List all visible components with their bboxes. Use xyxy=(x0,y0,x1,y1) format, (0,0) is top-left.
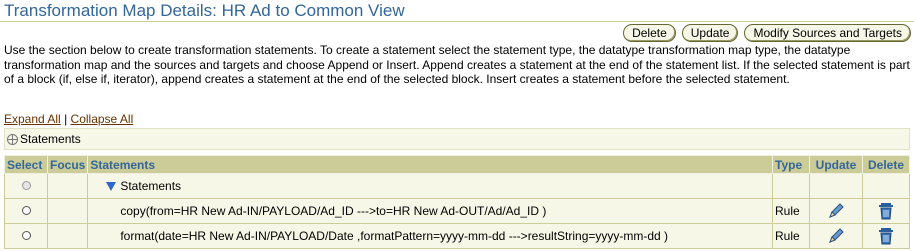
col-delete: Delete xyxy=(862,155,910,174)
statements-table: Select Focus Statements Type Update Dele… xyxy=(4,155,910,249)
page-title: Transformation Map Details: HR Ad to Com… xyxy=(4,1,405,20)
toolbar: Delete Update Modify Sources and Targets xyxy=(623,24,911,42)
delete-button[interactable]: Delete xyxy=(623,24,676,42)
statements-focus-label: Statements xyxy=(20,132,81,146)
table-row: copy(from=HR New Ad-IN/PAYLOAD/Ad_ID ---… xyxy=(4,198,910,224)
root-statement-label: Statements xyxy=(120,179,182,193)
trash-icon[interactable] xyxy=(878,202,894,220)
type-cell xyxy=(772,173,810,199)
update-cell xyxy=(809,223,863,249)
select-radio[interactable] xyxy=(21,206,31,215)
pencil-icon[interactable] xyxy=(826,201,846,221)
update-cell xyxy=(809,198,863,224)
statement-cell: Statements xyxy=(87,173,773,199)
table-row: format(date=HR New Ad-IN/PAYLOAD/Date ,f… xyxy=(4,223,910,249)
collapse-all-link[interactable]: Collapse All xyxy=(71,112,134,126)
select-radio[interactable] xyxy=(21,231,31,240)
focus-cell xyxy=(46,173,89,199)
instructions-text: Use the section below to create transfor… xyxy=(4,43,910,86)
col-statements: Statements xyxy=(87,155,773,174)
select-cell xyxy=(4,198,48,224)
expand-collapse-controls: Expand All | Collapse All xyxy=(4,112,133,126)
table-row-root: Statements xyxy=(4,173,910,199)
expand-triangle-icon[interactable] xyxy=(106,182,117,192)
modify-sources-targets-button[interactable]: Modify Sources and Targets xyxy=(744,24,911,42)
title-divider xyxy=(0,21,914,22)
focus-cell xyxy=(46,198,89,224)
expander-separator: | xyxy=(64,112,68,126)
type-text: Rule xyxy=(772,198,810,224)
select-cell xyxy=(4,223,48,249)
col-type: Type xyxy=(772,155,810,174)
table-header-row: Select Focus Statements Type Update Dele… xyxy=(4,155,910,174)
update-cell xyxy=(809,173,863,199)
expand-all-link[interactable]: Expand All xyxy=(4,112,61,126)
delete-cell xyxy=(862,198,910,224)
statement-text: copy(from=HR New Ad-IN/PAYLOAD/Ad_ID ---… xyxy=(87,198,773,224)
select-cell xyxy=(4,173,48,199)
col-select: Select xyxy=(4,155,48,174)
focus-cell xyxy=(46,223,89,249)
statements-focus-bar: Statements xyxy=(4,128,910,150)
col-update: Update xyxy=(809,155,863,174)
delete-cell xyxy=(862,223,910,249)
statement-text: format(date=HR New Ad-IN/PAYLOAD/Date ,f… xyxy=(87,223,773,249)
delete-cell xyxy=(862,173,910,199)
pencil-icon[interactable] xyxy=(826,226,846,246)
update-button[interactable]: Update xyxy=(681,24,739,42)
trash-icon[interactable] xyxy=(878,227,894,245)
select-radio-root xyxy=(21,181,31,190)
type-text: Rule xyxy=(772,223,810,249)
focus-crosshair-icon[interactable] xyxy=(7,133,18,145)
col-focus: Focus xyxy=(46,155,89,174)
